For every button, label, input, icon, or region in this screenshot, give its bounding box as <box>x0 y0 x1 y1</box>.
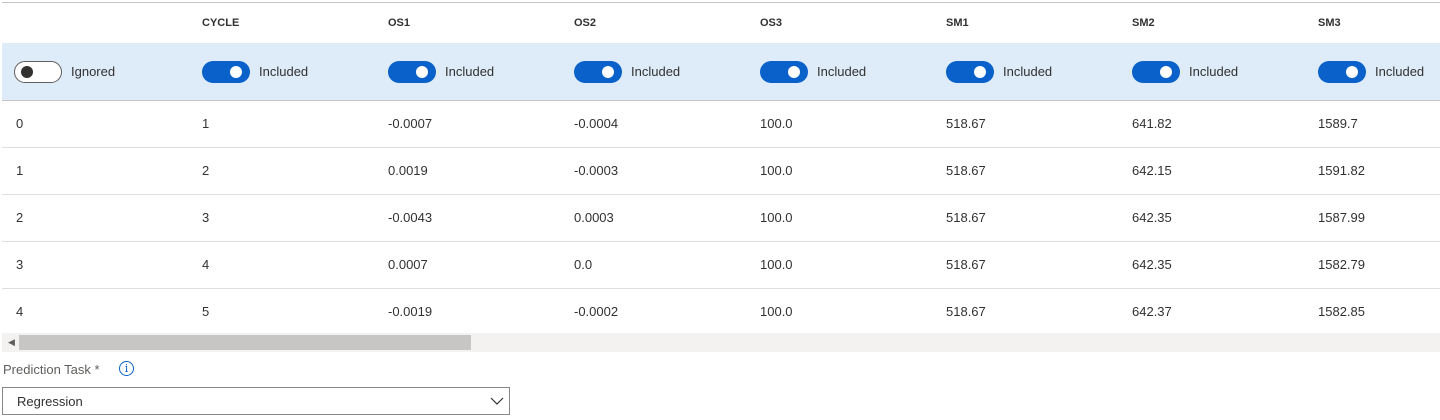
table-cell: -0.0003 <box>574 163 619 178</box>
table-cell: 2 <box>202 163 210 178</box>
toggle-label: Included <box>817 64 867 79</box>
toggle-knob <box>1160 65 1172 78</box>
toggle-label: Included <box>259 64 309 79</box>
table-cell: 518.67 <box>946 210 986 225</box>
toggle-knob <box>416 65 428 78</box>
column-toggle-os2: Included <box>574 43 680 100</box>
table-cell: 1587.99 <box>1318 210 1365 225</box>
table-cell: 518.67 <box>946 304 986 319</box>
scroll-left-arrow-icon[interactable]: ◀ <box>8 337 15 348</box>
toggle-label: Included <box>1189 64 1239 79</box>
table-cell: 1589.7 <box>1318 116 1358 131</box>
table-cell: -0.0019 <box>388 304 433 319</box>
column-toggle-sm3: Included <box>1318 43 1424 100</box>
info-icon[interactable]: i <box>119 361 134 376</box>
include-toggle-switch[interactable] <box>946 60 994 83</box>
table-cell: -0.0002 <box>574 304 619 319</box>
toggle-knob <box>21 65 33 78</box>
table-cell: 3 <box>202 210 210 225</box>
column-toggle-sm2: Included <box>1132 43 1238 100</box>
table-cell: 0 <box>16 116 24 131</box>
include-toggle-switch[interactable] <box>1318 60 1366 83</box>
column-toggle-sm1: Included <box>946 43 1052 100</box>
table-row: 2 3 -0.0043 0.0003 100.0 518.67 642.35 1… <box>2 194 1440 242</box>
table-cell: 100.0 <box>760 257 793 272</box>
prediction-task-selected-value: Regression <box>17 394 83 409</box>
table-cell: 642.35 <box>1132 210 1172 225</box>
column-header-sm3[interactable]: SM3 <box>1318 3 1341 43</box>
toggle-knob <box>974 65 986 78</box>
table-cell: 641.82 <box>1132 116 1172 131</box>
include-toggle-switch[interactable] <box>14 60 62 83</box>
table-cell: 642.37 <box>1132 304 1172 319</box>
column-toggle-os1: Included <box>388 43 494 100</box>
table-cell: 1 <box>202 116 210 131</box>
include-toggle-switch[interactable] <box>760 60 808 83</box>
scrollbar-thumb[interactable] <box>19 335 471 350</box>
toggle-label: Ignored <box>71 64 116 79</box>
table-cell: 518.67 <box>946 116 986 131</box>
toggle-label: Included <box>445 64 495 79</box>
table-cell: 0.0019 <box>388 163 428 178</box>
include-toggle-switch[interactable] <box>388 60 436 83</box>
table-cell: 1591.82 <box>1318 163 1365 178</box>
column-header-sm2[interactable]: SM2 <box>1132 3 1155 43</box>
table-cell: 0.0003 <box>574 210 614 225</box>
table-cell: 1582.79 <box>1318 257 1365 272</box>
toggle-knob <box>1346 65 1358 78</box>
column-toggle-os3: Included <box>760 43 866 100</box>
table-cell: 4 <box>202 257 210 272</box>
prediction-task-label: Prediction Task * <box>3 362 100 377</box>
table-row: 0 1 -0.0007 -0.0004 100.0 518.67 641.82 … <box>2 100 1440 148</box>
column-header-cycle[interactable]: CYCLE <box>202 3 239 43</box>
header-row: CYCLE OS1 OS2 OS3 SM1 SM2 SM3 <box>2 3 1440 43</box>
toggle-knob <box>230 65 242 78</box>
column-header-os3[interactable]: OS3 <box>760 3 782 43</box>
data-preview-grid: CYCLE OS1 OS2 OS3 SM1 SM2 SM3 Ignored In… <box>2 2 1440 355</box>
include-toggle-row: Ignored Included Included Included Inclu… <box>2 43 1440 101</box>
table-cell: 100.0 <box>760 163 793 178</box>
chevron-down-icon <box>490 397 504 405</box>
table-cell: 100.0 <box>760 210 793 225</box>
table-cell: -0.0007 <box>388 116 433 131</box>
include-toggle-switch[interactable] <box>574 60 622 83</box>
table-cell: 0.0 <box>574 257 593 272</box>
table-cell: 1 <box>16 163 24 178</box>
table-cell: 4 <box>16 304 24 319</box>
table-cell: 518.67 <box>946 257 986 272</box>
table-cell: 2 <box>16 210 24 225</box>
column-header-os2[interactable]: OS2 <box>574 3 596 43</box>
table-cell: 0.0007 <box>388 257 428 272</box>
table-row: 3 4 0.0007 0.0 100.0 518.67 642.35 1582.… <box>2 241 1440 289</box>
toggle-label: Included <box>1375 64 1425 79</box>
table-row: 1 2 0.0019 -0.0003 100.0 518.67 642.15 1… <box>2 147 1440 195</box>
column-header-os1[interactable]: OS1 <box>388 3 410 43</box>
table-cell: 642.15 <box>1132 163 1172 178</box>
toggle-knob <box>788 65 800 78</box>
toggle-knob <box>602 65 614 78</box>
table-row: 4 5 -0.0019 -0.0002 100.0 518.67 642.37 … <box>2 288 1440 336</box>
include-toggle-switch[interactable] <box>1132 60 1180 83</box>
table-cell: 100.0 <box>760 116 793 131</box>
include-toggle-switch[interactable] <box>202 60 250 83</box>
column-header-sm1[interactable]: SM1 <box>946 3 969 43</box>
horizontal-scrollbar[interactable]: ◀ <box>2 333 1440 352</box>
table-cell: 642.35 <box>1132 257 1172 272</box>
table-cell: -0.0043 <box>388 210 433 225</box>
toggle-label: Included <box>631 64 681 79</box>
column-toggle-index: Ignored <box>14 43 115 100</box>
table-cell: 518.67 <box>946 163 986 178</box>
column-toggle-cycle: Included <box>202 43 308 100</box>
table-cell: 1582.85 <box>1318 304 1365 319</box>
table-cell: -0.0004 <box>574 116 619 131</box>
table-cell: 100.0 <box>760 304 793 319</box>
toggle-label: Included <box>1003 64 1053 79</box>
table-cell: 3 <box>16 257 24 272</box>
prediction-task-dropdown[interactable]: Regression <box>2 387 510 415</box>
table-cell: 5 <box>202 304 210 319</box>
